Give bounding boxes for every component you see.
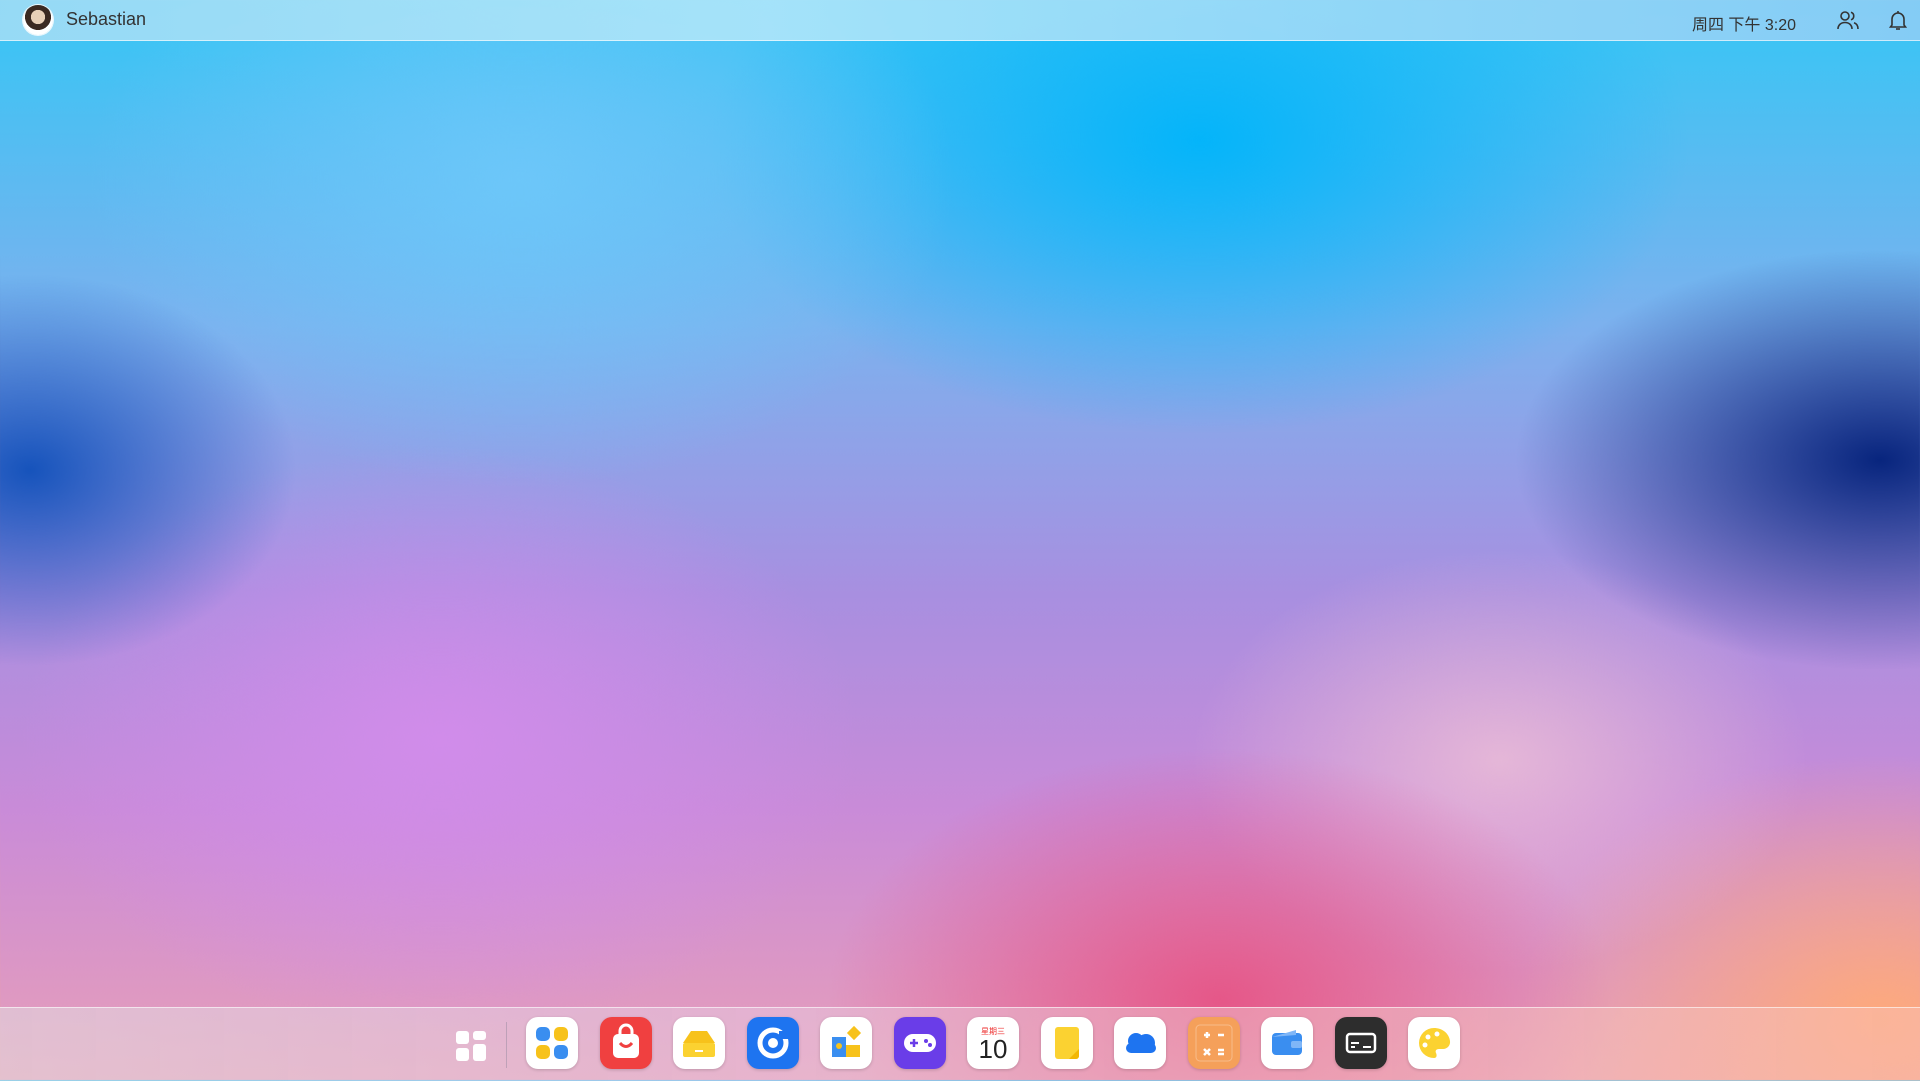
terminal-icon[interactable] bbox=[1335, 1017, 1387, 1069]
user-name[interactable]: Sebastian bbox=[66, 9, 146, 30]
browser-ring-icon[interactable] bbox=[747, 1017, 799, 1069]
dock: 星期三 10 bbox=[0, 1007, 1920, 1081]
avatar[interactable] bbox=[23, 5, 53, 35]
contacts-icon[interactable] bbox=[1836, 8, 1860, 32]
dock-divider bbox=[506, 1022, 507, 1068]
calendar-icon[interactable]: 星期三 10 bbox=[967, 1017, 1019, 1069]
wallet-icon[interactable] bbox=[1261, 1017, 1313, 1069]
note-icon[interactable] bbox=[1041, 1017, 1093, 1069]
grid-launcher-icon[interactable] bbox=[454, 1029, 488, 1063]
bell-icon[interactable] bbox=[1886, 8, 1910, 32]
puzzle-icon[interactable] bbox=[820, 1017, 872, 1069]
gamepad-icon[interactable] bbox=[894, 1017, 946, 1069]
cloud-icon[interactable] bbox=[1114, 1017, 1166, 1069]
top-bar: Sebastian 周四 下午 3:20 bbox=[0, 0, 1920, 41]
calculator-icon[interactable] bbox=[1188, 1017, 1240, 1069]
folder-icon[interactable] bbox=[673, 1017, 725, 1069]
shopping-bag-icon[interactable] bbox=[600, 1017, 652, 1069]
app-store-icon[interactable] bbox=[526, 1017, 578, 1069]
clock[interactable]: 周四 下午 3:20 bbox=[1692, 11, 1796, 35]
palette-icon[interactable] bbox=[1408, 1017, 1460, 1069]
calendar-date: 10 bbox=[978, 1034, 1008, 1064]
